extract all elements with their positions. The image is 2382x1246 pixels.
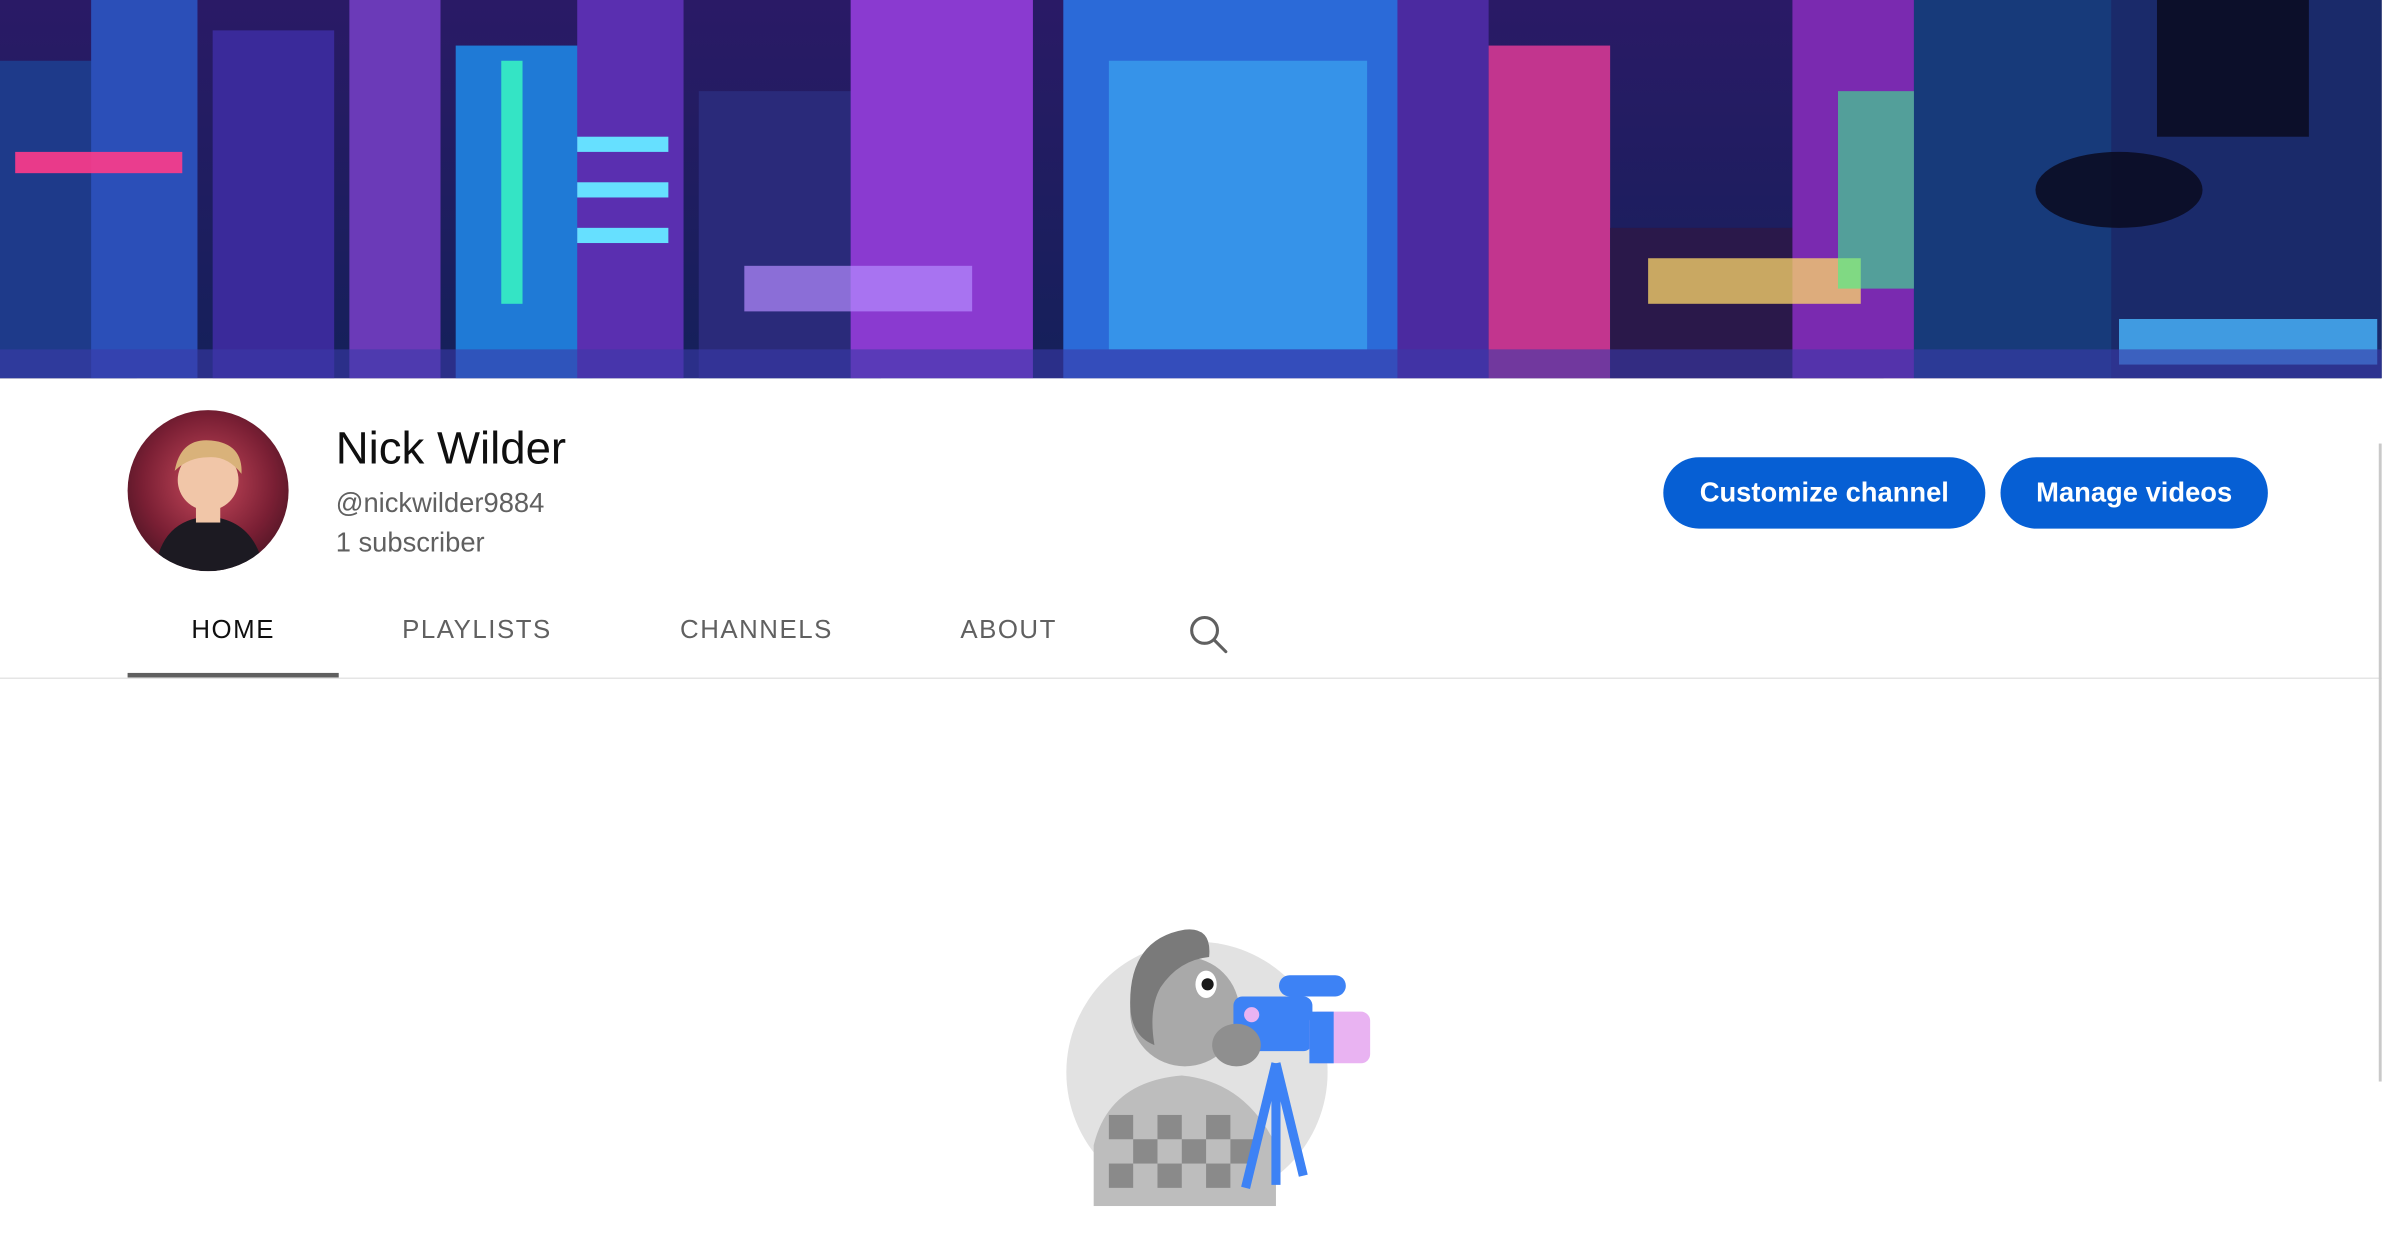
channel-page: Nick Wilder @nickwilder9884 1 subscriber…	[0, 0, 2382, 1246]
search-icon[interactable]	[1186, 612, 1229, 655]
channel-banner	[0, 0, 2382, 379]
channel-handle: @nickwilder9884	[335, 487, 545, 518]
tab-playlists[interactable]: PLAYLISTS	[362, 586, 593, 674]
subscriber-count: 1 subscriber	[335, 527, 485, 558]
empty-channel-illustration	[1063, 917, 1374, 1207]
tab-channels[interactable]: CHANNELS	[653, 586, 860, 674]
channel-tabs: HOME PLAYLISTS CHANNELS ABOUT	[0, 586, 2382, 679]
page-scrollbar[interactable]	[2378, 443, 2382, 1082]
channel-avatar[interactable]	[127, 410, 289, 572]
tab-home[interactable]: HOME	[127, 586, 339, 678]
tab-about[interactable]: ABOUT	[934, 586, 1083, 674]
channel-name: Nick Wilder	[335, 423, 567, 474]
customize-channel-button[interactable]: Customize channel	[1663, 457, 1986, 529]
manage-videos-button[interactable]: Manage videos	[2000, 457, 2268, 529]
channel-header: Nick Wilder @nickwilder9884 1 subscriber…	[0, 378, 2382, 598]
